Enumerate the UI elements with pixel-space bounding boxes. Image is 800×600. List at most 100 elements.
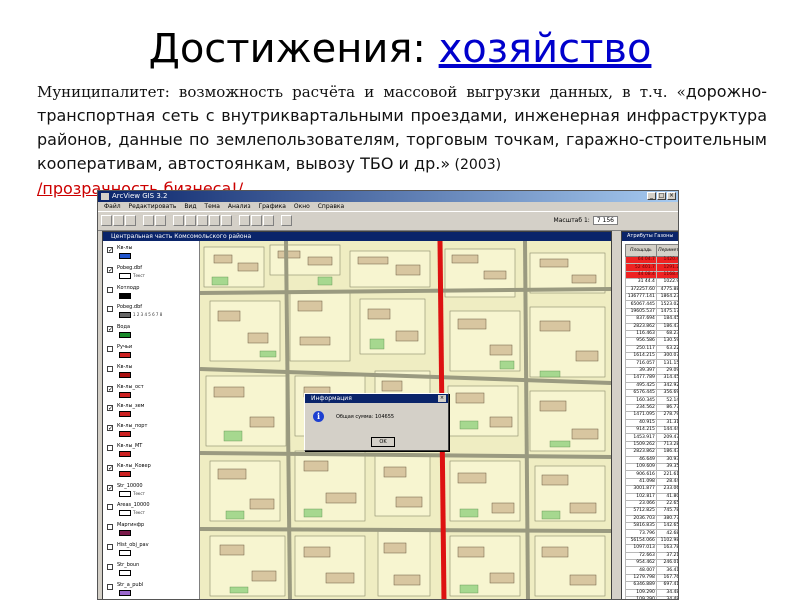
slide-title-link[interactable]: хозяйство <box>439 26 652 72</box>
attr-column-header[interactable]: Периметр <box>655 244 678 257</box>
menu-view[interactable]: Вид <box>184 203 196 210</box>
table-row[interactable]: 2823.862186.43616943.19 <box>625 448 678 457</box>
table-row[interactable]: 56154.0661102.985336924.40 <box>625 536 678 546</box>
table-row[interactable]: 1471.095278.7918826.57 <box>625 411 678 420</box>
table-row[interactable]: 495.425342.9232972.55 <box>625 381 678 391</box>
menu-help[interactable]: Справка <box>318 203 344 210</box>
table-row[interactable]: 234.56286.7711407.38 <box>625 403 678 413</box>
table-row[interactable]: 1477.789314.4598866.73 <box>625 374 678 383</box>
table-row[interactable]: 73.79642.683442.78 <box>625 529 678 538</box>
menu-file[interactable]: Файл <box>104 203 121 210</box>
help-button[interactable] <box>281 215 292 226</box>
layer-visibility-checkbox[interactable] <box>107 306 113 313</box>
table-row[interactable]: 5712.825745.78419276.57 <box>625 507 678 516</box>
menu-edit[interactable]: Редактировать <box>129 203 177 210</box>
query-button[interactable] <box>251 215 262 226</box>
table-cell: 130.594 <box>655 337 678 346</box>
layer-visibility-checkbox[interactable] <box>107 583 113 590</box>
table-row[interactable]: 46.64930.939279.89 <box>625 455 678 464</box>
table-row[interactable]: 102.81741.809616.90 <box>625 492 678 501</box>
table-row[interactable]: 6576.445356.69039458.67 <box>625 389 678 398</box>
zoom-full-button[interactable] <box>173 215 184 226</box>
layer-visibility-checkbox[interactable]: ✓ <box>107 385 113 392</box>
table-row[interactable]: 48.00736.413288.04 <box>625 566 678 575</box>
layer-name: Кв-лы_зем <box>117 403 145 410</box>
table-row[interactable]: 1453.917209.4768723.50 <box>625 433 678 442</box>
minimize-button[interactable]: _ <box>647 192 656 200</box>
table-row[interactable]: 109.29034.484655.44 <box>625 595 678 599</box>
save-tool-button[interactable] <box>101 215 112 226</box>
table-row[interactable]: 31 44.41022.902704.60 <box>625 278 678 287</box>
table-row[interactable]: 906.616221.6165439.70 <box>625 470 678 479</box>
scale-value[interactable]: 7 156 <box>592 216 618 225</box>
table-row[interactable]: 5816.835142.65234901.01 <box>625 522 678 531</box>
theme-props-button[interactable] <box>125 215 136 226</box>
table-row[interactable]: 19605.5371475.175117630.22 <box>625 307 678 317</box>
menu-theme[interactable]: Тема <box>204 203 220 210</box>
table-row[interactable]: 1097.013163.7876582.08 <box>625 544 678 553</box>
table-row[interactable]: 64 04.71420.404003.80 <box>625 255 678 265</box>
table-row[interactable]: 23.06622.658138.24 <box>625 499 678 509</box>
table-row[interactable]: 716.057131.1534296.31 <box>625 359 678 368</box>
table-cell: 186.437 <box>655 322 678 331</box>
table-row[interactable]: 1509.262713.2809405.57 <box>625 440 678 450</box>
layer-visibility-checkbox[interactable]: ✓ <box>107 464 113 471</box>
layer-visibility-checkbox[interactable]: ✓ <box>107 425 113 432</box>
toc-layer[interactable]: Str_a_publ <box>107 582 197 599</box>
table-row[interactable]: 914.215144.4495485.29 <box>625 425 678 435</box>
table-row[interactable]: 956.586130.5945703.52 <box>625 337 678 346</box>
zoom-active-button[interactable] <box>185 215 196 226</box>
layer-visibility-checkbox[interactable]: ✓ <box>107 326 113 333</box>
layer-visibility-checkbox[interactable]: ✓ <box>107 266 113 273</box>
legend-button[interactable] <box>143 215 154 226</box>
add-theme-button[interactable] <box>113 215 124 226</box>
select-button[interactable] <box>239 215 250 226</box>
table-row[interactable]: 40.91531.313245.49 <box>625 418 678 428</box>
dialog-close-icon[interactable]: × <box>438 395 446 402</box>
attr-column-header[interactable]: Площадь <box>625 244 657 257</box>
zoom-out-button[interactable] <box>221 215 232 226</box>
close-button[interactable]: × <box>667 192 676 200</box>
dialog-ok-button[interactable]: OK <box>371 437 395 447</box>
table-row[interactable]: 954.462246.0115726.77 <box>625 558 678 568</box>
table-row[interactable]: 3001.877233.06518011.23 <box>625 485 678 494</box>
zoom-selected-button[interactable] <box>197 215 208 226</box>
layer-visibility-checkbox[interactable] <box>107 544 113 550</box>
table-row[interactable]: 116.46368.231698.78 <box>625 329 678 339</box>
table-row[interactable]: 65067.4451523.020398404.67 <box>625 300 678 309</box>
layer-visibility-checkbox[interactable] <box>107 286 113 293</box>
zoom-in-button[interactable] <box>209 215 220 226</box>
table-button[interactable] <box>155 215 166 226</box>
maximize-button[interactable]: □ <box>657 192 666 200</box>
layer-visibility-checkbox[interactable] <box>107 563 113 570</box>
layer-visibility-checkbox[interactable] <box>107 445 113 451</box>
table-row[interactable]: 109.29034.484655.44 <box>625 588 678 597</box>
table-row[interactable]: 1279.798167.7647678.79 <box>625 573 678 583</box>
layer-visibility-checkbox[interactable] <box>107 504 113 511</box>
menu-window[interactable]: Окно <box>294 203 310 210</box>
menu-graphics[interactable]: Графика <box>258 203 285 210</box>
table-row[interactable]: 109.60939.356659.29 <box>625 462 678 472</box>
layer-visibility-checkbox[interactable]: ✓ <box>107 405 113 412</box>
table-row[interactable]: 250.11763.2291500.70 <box>625 344 678 354</box>
table-row[interactable]: 1614.215300.0719685.31 <box>625 352 678 361</box>
layer-visibility-checkbox[interactable]: ✓ <box>107 484 113 491</box>
table-row[interactable]: 837.694184.4563926.16 <box>625 315 678 324</box>
table-row[interactable]: 2036.703380.77312220.22 <box>625 514 678 524</box>
table-row[interactable]: 41.09828.440246.59 <box>625 477 678 487</box>
table-row[interactable]: 136777.1411864.232826862.85 <box>625 292 678 302</box>
locate-button[interactable] <box>263 215 274 226</box>
table-row[interactable]: 52 401.71291.203108.10 <box>625 263 678 272</box>
layer-visibility-checkbox[interactable] <box>107 524 113 531</box>
table-row[interactable]: 72.66337.217435.98 <box>625 551 678 561</box>
table-row[interactable]: 160.34552.149962.07 <box>625 396 678 405</box>
layer-visibility-checkbox[interactable] <box>107 346 113 352</box>
menu-analysis[interactable]: Анализ <box>228 203 251 210</box>
table-row[interactable]: 2823.862186.43716943.29 <box>625 322 678 331</box>
table-row[interactable]: 6346.889697.41338081.33 <box>625 581 678 590</box>
layer-visibility-checkbox[interactable]: ✓ <box>107 247 113 254</box>
layer-visibility-checkbox[interactable] <box>107 365 113 372</box>
table-row[interactable]: 44 08.41168.403051.78 <box>625 270 678 280</box>
table-row[interactable]: 39.39729.097236.37 <box>625 366 678 376</box>
table-row[interactable]: 372257.604775.880223057.81 <box>625 285 678 294</box>
